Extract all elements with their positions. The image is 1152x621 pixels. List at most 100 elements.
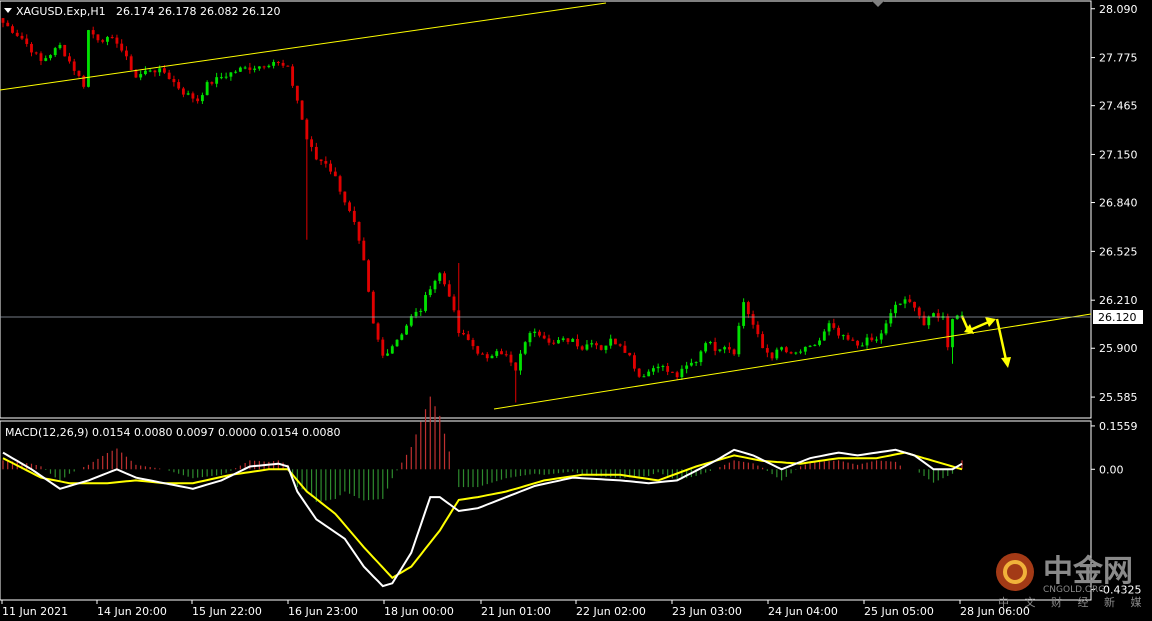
price-tick-label: 26.840 (1099, 197, 1138, 210)
candle-body (433, 280, 437, 290)
time-tick-label: 24 Jun 04:00 (768, 605, 838, 618)
candle-body (708, 342, 712, 344)
current-price-tag: 26.120 (1093, 310, 1143, 324)
time-tick-label: 14 Jun 20:00 (97, 605, 167, 618)
candle-body (803, 346, 807, 352)
candle-body (585, 344, 589, 350)
candle-body (452, 296, 456, 311)
candle-body (139, 74, 143, 78)
candle-body (324, 161, 328, 164)
time-tick-label: 21 Jun 01:00 (481, 605, 551, 618)
macd-tick-label: 0.1559 (1099, 420, 1138, 433)
candle-body (53, 48, 57, 56)
candle-body (30, 43, 33, 53)
candle-body (319, 159, 323, 162)
candle-body (49, 55, 52, 59)
candle-body (205, 82, 209, 96)
candle-body (390, 346, 394, 354)
candle-body (91, 30, 95, 35)
candle-body (856, 340, 859, 346)
candle-body (799, 351, 803, 353)
candle-body (257, 66, 261, 69)
candle-body (656, 366, 660, 369)
candle-body (751, 314, 755, 325)
candle-body (129, 56, 133, 70)
candle-body (295, 85, 299, 101)
candle-body (628, 352, 632, 356)
candle-body (917, 307, 921, 316)
price-tick-label: 27.150 (1099, 148, 1138, 161)
candle-body (519, 353, 522, 371)
macd-tick-label: 0.00 (1099, 463, 1124, 476)
candle-body (737, 325, 741, 355)
candle-body (243, 67, 247, 69)
candle-body (77, 70, 81, 76)
candle-body (808, 345, 812, 347)
candle-body (476, 346, 480, 354)
candle-body (443, 273, 446, 285)
candle-body (951, 319, 954, 348)
candle-body (699, 351, 703, 363)
candle-body (158, 68, 162, 73)
candle-body (841, 335, 845, 337)
candle-body (685, 365, 689, 369)
candle-body (409, 316, 413, 326)
candle-body (481, 353, 484, 355)
candle-body (58, 44, 62, 49)
candle-body (509, 354, 513, 363)
candle-body (837, 327, 840, 336)
watermark-en-text: CNGOLD.ORG (1043, 585, 1105, 595)
candle-body (528, 333, 532, 343)
watermark: 中金网 CNGOLD.ORG 中 文 财 经 新 媒 体 (996, 553, 1152, 609)
ohlc-values: 26.174 26.178 26.082 26.120 (116, 5, 280, 18)
candle-body (338, 176, 342, 192)
candle-body (196, 98, 200, 102)
candle-body (39, 53, 43, 61)
candle-body (348, 202, 351, 211)
candle-body (651, 368, 655, 372)
candle-body (101, 40, 105, 42)
candle-body (642, 376, 646, 378)
candle-body (87, 30, 90, 87)
candle-body (125, 50, 128, 57)
candle-body (96, 34, 100, 41)
watermark-logo-icon (996, 553, 1034, 591)
candle-body (827, 323, 831, 332)
candle-body (727, 347, 731, 350)
candle-body (694, 362, 698, 364)
candle-body (400, 334, 404, 340)
candle-body (514, 362, 518, 371)
candle-body (172, 79, 176, 83)
candle-body (875, 339, 878, 341)
candle-body (281, 62, 285, 66)
symbol-label: XAGUSD.Exp,H1 (16, 5, 106, 18)
candle-body (11, 26, 14, 33)
candle-body (794, 352, 798, 354)
candle-body (248, 67, 252, 70)
candle-body (186, 93, 190, 95)
time-tick-label: 15 Jun 22:00 (192, 605, 262, 618)
time-tick-label: 22 Jun 02:00 (576, 605, 646, 618)
watermark-cn-text: 中金网 (1043, 554, 1133, 589)
candle-body (1, 18, 5, 23)
candle-body (908, 299, 912, 302)
candle-body (20, 35, 24, 39)
candle-body (153, 70, 157, 73)
candle-body (267, 65, 271, 68)
candle-body (234, 71, 238, 73)
candle-body (870, 337, 874, 341)
chart-background (0, 0, 1152, 621)
price-tick-label: 25.585 (1099, 391, 1138, 404)
candle-body (561, 338, 565, 340)
candle-body (424, 295, 427, 311)
candle-body (765, 348, 769, 353)
candle-body (120, 43, 124, 51)
candle-body (637, 368, 641, 377)
candle-body (632, 355, 636, 369)
candle-body (253, 68, 257, 70)
candle-body (376, 323, 380, 340)
candle-body (647, 371, 651, 377)
candle-body (68, 56, 71, 62)
time-tick-label: 25 Jun 05:00 (864, 605, 934, 618)
candle-body (557, 339, 560, 344)
